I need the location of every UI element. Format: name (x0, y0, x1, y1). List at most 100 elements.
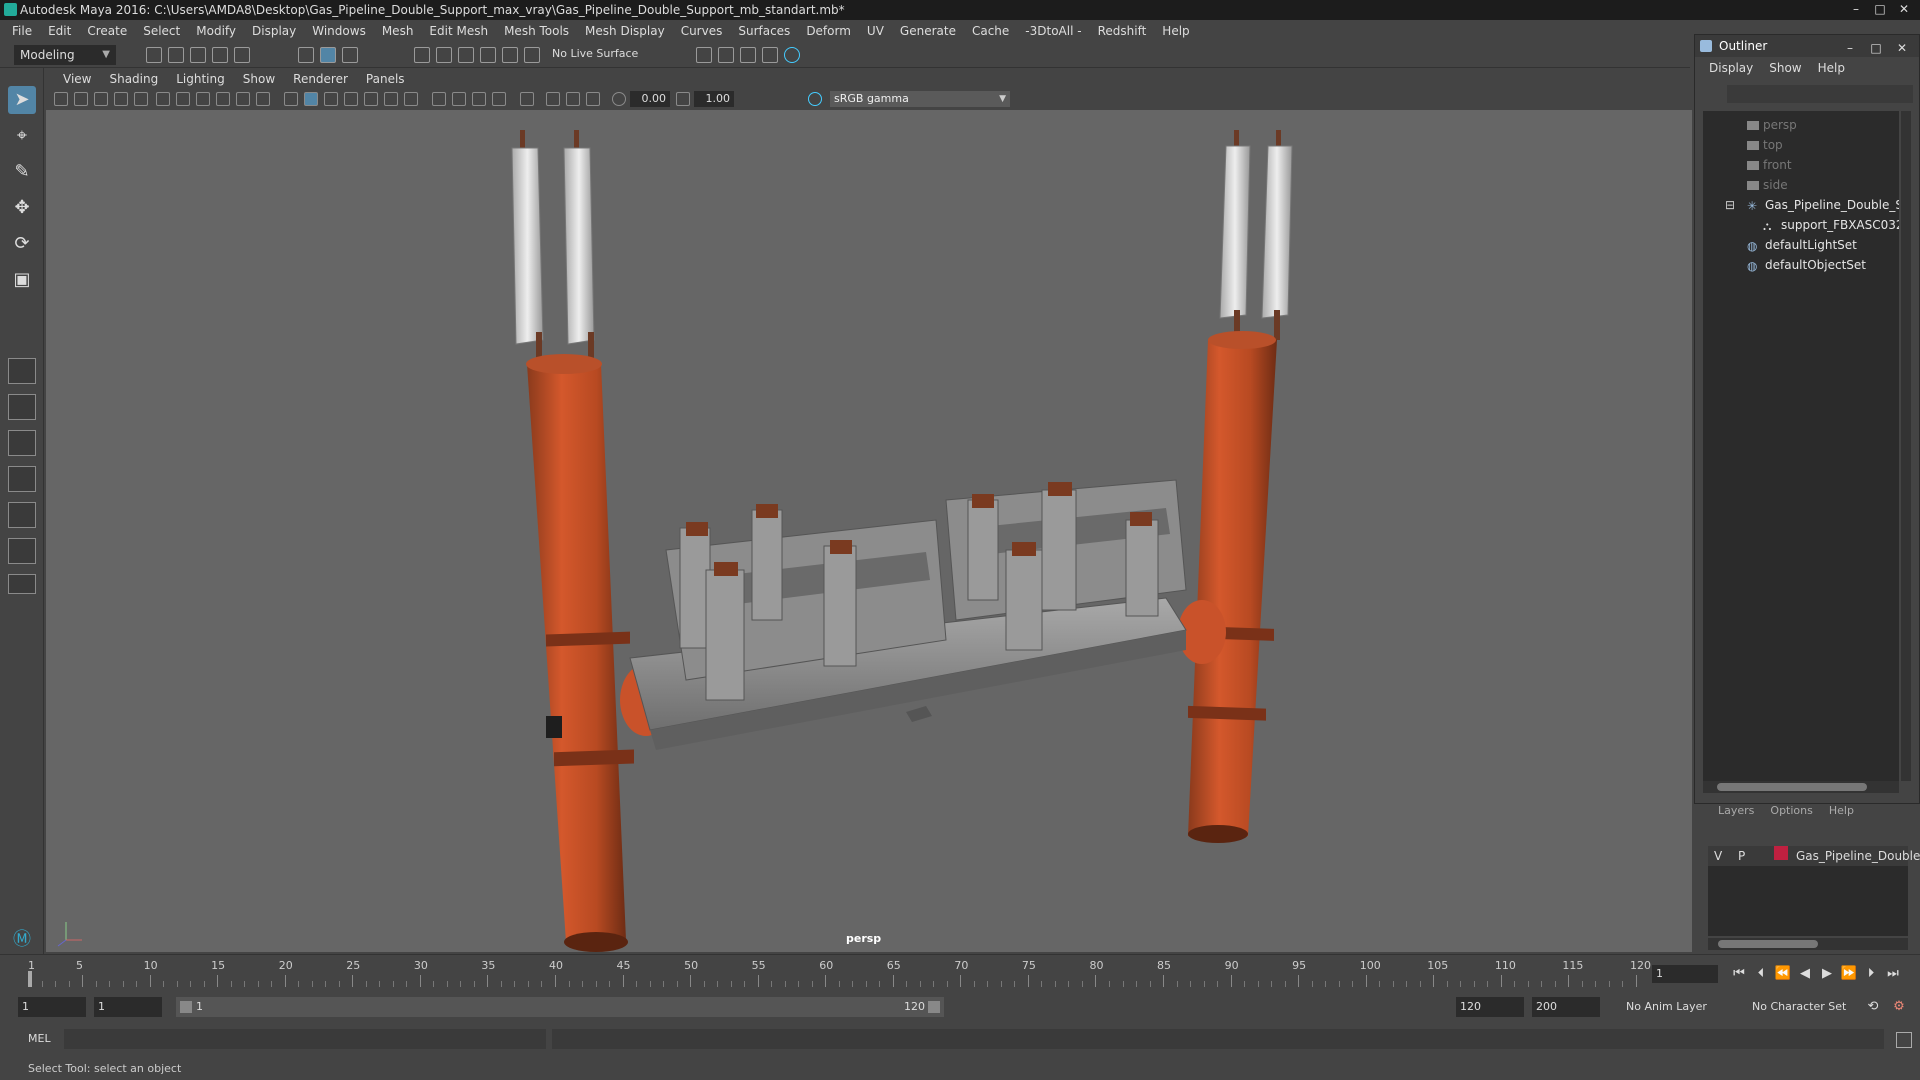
play-backwards-icon[interactable]: ◀ (1794, 965, 1816, 983)
panel-menu-show[interactable]: Show (234, 72, 284, 86)
collapse-toggle-icon[interactable]: ⊟ (1725, 195, 1735, 215)
xray-joints-icon[interactable] (566, 92, 580, 106)
animation-preferences-icon[interactable]: ⚙ (1888, 998, 1910, 1016)
play-forwards-icon[interactable]: ▶ (1816, 965, 1838, 983)
menu-deform[interactable]: Deform (798, 20, 859, 42)
image-plane-icon[interactable] (114, 92, 128, 106)
hypershade-layout-icon[interactable] (8, 538, 36, 564)
four-pane-layout-icon[interactable] (8, 394, 36, 420)
menu-cache[interactable]: Cache (964, 20, 1017, 42)
viewport-persp[interactable]: persp (46, 110, 1692, 952)
playback-start-field[interactable]: 1 (94, 997, 162, 1017)
view-transform-dropdown[interactable]: sRGB gamma ▼ (830, 91, 1010, 107)
wireframe-icon[interactable] (284, 92, 298, 106)
panel-menu-view[interactable]: View (54, 72, 100, 86)
resolution-gate-icon[interactable] (196, 92, 210, 106)
menu-modify[interactable]: Modify (188, 20, 244, 42)
menu-mesh-display[interactable]: Mesh Display (577, 20, 673, 42)
lasso-tool-icon[interactable]: ⌖ (8, 122, 36, 150)
anim-layer-dropdown[interactable]: No Anim Layer (1622, 997, 1742, 1017)
panel-menu-shading[interactable]: Shading (100, 72, 167, 86)
auto-key-icon[interactable]: ⟲ (1862, 998, 1884, 1016)
close-button[interactable]: ✕ (1892, 0, 1916, 18)
render-settings-icon[interactable] (762, 47, 778, 63)
gamma-field[interactable]: 1.00 (694, 91, 734, 107)
range-start-handle[interactable] (180, 1001, 192, 1013)
exposure-icon[interactable] (612, 92, 626, 106)
snap-curve-icon[interactable] (436, 47, 452, 63)
open-scene-icon[interactable] (168, 47, 184, 63)
scale-tool-icon[interactable]: ▣ (8, 266, 36, 294)
step-back-key-icon[interactable]: ⏪ (1772, 965, 1794, 983)
menu-set-dropdown[interactable]: Modeling ▼ (14, 45, 116, 65)
menu-edit[interactable]: Edit (40, 20, 79, 42)
layer-menu-layers[interactable]: Layers (1710, 804, 1762, 817)
menu-file[interactable]: File (4, 20, 40, 42)
textured-icon[interactable] (364, 92, 378, 106)
maximize-button[interactable]: □ (1868, 0, 1892, 18)
command-input[interactable] (64, 1029, 546, 1049)
outliner-item[interactable]: ⊟ ✳ Gas_Pipeline_Double_Sup (1703, 195, 1899, 215)
ipr-render-icon[interactable] (740, 47, 756, 63)
save-scene-icon[interactable] (190, 47, 206, 63)
film-gate-icon[interactable] (176, 92, 190, 106)
camera-attributes-icon[interactable] (74, 92, 88, 106)
motion-blur-icon[interactable] (452, 92, 466, 106)
menu-generate[interactable]: Generate (892, 20, 964, 42)
time-slider-track[interactable]: 1 5 10 15 20 25 30 35 40 45 50 55 60 65 70 75 80 85 90 95 1… (28, 957, 1651, 987)
select-tool-icon[interactable]: ➤ (8, 86, 36, 114)
outliner-item[interactable]: top (1703, 135, 1899, 155)
outliner-item[interactable]: ◍ defaultLightSet (1703, 235, 1899, 255)
menu-mesh[interactable]: Mesh (374, 20, 422, 42)
menu-uv[interactable]: UV (859, 20, 892, 42)
go-to-end-icon[interactable]: ⏭ (1882, 965, 1904, 983)
panel-menu-lighting[interactable]: Lighting (167, 72, 234, 86)
menu-help[interactable]: Help (1154, 20, 1197, 42)
animation-end-field[interactable]: 200 (1532, 997, 1600, 1017)
new-scene-icon[interactable] (146, 47, 162, 63)
single-pane-layout-icon[interactable] (8, 358, 36, 384)
playhead[interactable] (28, 971, 32, 987)
rotate-tool-icon[interactable]: ⟳ (8, 230, 36, 258)
render-frame-icon[interactable] (718, 47, 734, 63)
menu-create[interactable]: Create (79, 20, 135, 42)
menu-redshift[interactable]: Redshift (1090, 20, 1155, 42)
field-chart-icon[interactable] (236, 92, 250, 106)
scrollbar-thumb[interactable] (1717, 783, 1867, 791)
step-back-frame-icon[interactable]: ⏴ (1750, 965, 1772, 983)
move-tool-icon[interactable]: ✥ (8, 194, 36, 222)
redo-icon[interactable] (234, 47, 250, 63)
gamma-icon[interactable] (676, 92, 690, 106)
outliner-menu-help[interactable]: Help (1810, 61, 1853, 79)
menu-surfaces[interactable]: Surfaces (730, 20, 798, 42)
animation-start-field[interactable]: 1 (18, 997, 86, 1017)
use-all-lights-icon[interactable] (384, 92, 398, 106)
menu-windows[interactable]: Windows (304, 20, 374, 42)
outliner-minimize-button[interactable]: – (1837, 37, 1863, 59)
xray-components-icon[interactable] (586, 92, 600, 106)
color-management-icon[interactable] (808, 92, 822, 106)
current-frame-field[interactable]: 1 (1652, 965, 1718, 983)
safe-action-icon[interactable] (256, 92, 270, 106)
outliner-item[interactable]: side (1703, 175, 1899, 195)
xray-icon[interactable] (546, 92, 560, 106)
anti-aliasing-icon[interactable] (472, 92, 486, 106)
menu-mesh-tools[interactable]: Mesh Tools (496, 20, 577, 42)
select-object-icon[interactable] (320, 47, 336, 63)
layer-color-swatch[interactable] (1774, 846, 1788, 860)
time-slider[interactable]: 1 5 10 15 20 25 30 35 40 45 50 55 60 65 70 75 80 85 90 95 1… (0, 954, 1920, 990)
go-to-start-icon[interactable]: ⏮ (1728, 965, 1750, 983)
outliner-item[interactable]: front (1703, 155, 1899, 175)
step-forward-key-icon[interactable]: ⏩ (1838, 965, 1860, 983)
menu-select[interactable]: Select (135, 20, 188, 42)
menu-3dtoall[interactable]: -3DtoAll - (1017, 20, 1089, 42)
screen-space-ao-icon[interactable] (432, 92, 446, 106)
shadows-icon[interactable] (404, 92, 418, 106)
wireframe-on-shaded-icon[interactable] (344, 92, 358, 106)
menu-edit-mesh[interactable]: Edit Mesh (421, 20, 496, 42)
script-editor-icon[interactable] (1896, 1032, 1912, 1048)
isolate-select-icon[interactable] (520, 92, 534, 106)
scrollbar-thumb[interactable] (1718, 940, 1818, 948)
outliner-vertical-scrollbar[interactable] (1901, 111, 1911, 781)
select-camera-icon[interactable] (54, 92, 68, 106)
